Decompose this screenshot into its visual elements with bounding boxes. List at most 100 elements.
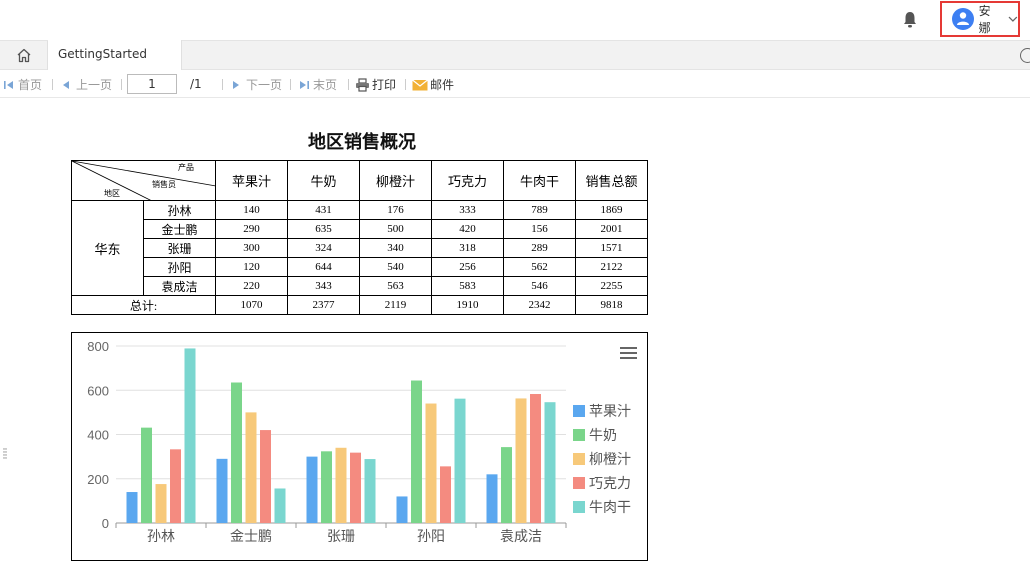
page-total: /1 (190, 77, 202, 91)
value-cell: 583 (431, 276, 504, 296)
table-row: 华东 孙林 140 431 176 333 789 1869 (71, 200, 648, 296)
value-cell: 2001 (575, 219, 648, 239)
bar (411, 380, 422, 523)
bar (350, 452, 361, 523)
mail-button[interactable]: 邮件 (412, 76, 454, 93)
region-cell: 华东 (71, 200, 144, 296)
tab-getting-started[interactable]: GettingStarted (48, 40, 182, 70)
y-tick-label: 200 (87, 472, 109, 487)
first-page-label: 首页 (18, 78, 43, 92)
first-page-button[interactable]: 首页 (3, 76, 42, 93)
value-cell: 220 (215, 276, 288, 296)
print-button[interactable]: 打印 (355, 76, 396, 93)
bar (440, 466, 451, 523)
value-cell: 2255 (575, 276, 648, 296)
tab-bar: GettingStarted (0, 40, 1030, 70)
bar (170, 449, 181, 523)
value-cell: 120 (215, 257, 288, 277)
bar (335, 447, 347, 523)
value-cell: 635 (287, 219, 360, 239)
bar (216, 458, 228, 523)
last-page-icon (300, 80, 309, 89)
toolbar-divider (405, 79, 406, 90)
prev-page-icon (63, 80, 69, 89)
value-cell: 300 (215, 238, 288, 258)
report-title: 地区销售概况 (308, 132, 416, 153)
chart-menu-icon[interactable] (620, 347, 637, 359)
x-tick-label: 孙林 (147, 529, 175, 545)
first-page-icon (4, 80, 13, 89)
y-tick-label: 800 (87, 339, 109, 354)
diag-product-label: 产品 (178, 163, 194, 172)
total-cell: 9818 (575, 295, 648, 315)
diag-salesperson-label: 销售员 (152, 180, 176, 189)
bar (274, 488, 286, 523)
value-cell: 644 (287, 257, 360, 277)
legend-label: 苹果汁 (589, 404, 631, 420)
value-cell: 500 (359, 219, 432, 239)
sales-table: 产品 销售员 地区 苹果汁 牛奶 柳橙汁 巧克力 牛肉干 销售总额 华东 孙林 … (71, 160, 648, 315)
y-tick-label: 0 (102, 516, 109, 531)
resize-handle[interactable] (3, 446, 7, 460)
sales-chart: 0 200 400 600 800 孙林 金士鹏 张珊 孙阳 袁成洁 苹果汁 牛奶 柳橙汁 巧克力 牛肉干 (71, 332, 648, 561)
value-cell: 333 (431, 200, 504, 220)
value-cell: 289 (503, 238, 576, 258)
bar (454, 398, 466, 523)
x-tick-label: 张珊 (327, 529, 355, 545)
chevron-down-icon (1008, 16, 1018, 22)
next-page-button[interactable]: 下一页 (231, 76, 282, 93)
y-tick-label: 400 (87, 428, 109, 443)
salesperson-cell: 张珊 (143, 238, 216, 258)
total-cell: 2342 (503, 295, 576, 315)
value-cell: 324 (287, 238, 360, 258)
value-cell: 789 (503, 200, 576, 220)
bar (231, 382, 242, 523)
legend-label: 巧克力 (589, 476, 631, 492)
home-tab[interactable] (0, 41, 48, 70)
value-cell: 290 (215, 219, 288, 239)
user-name: 安娜 (978, 4, 991, 35)
bar (184, 348, 196, 523)
more-tabs-icon[interactable] (1020, 48, 1030, 63)
toolbar-divider (121, 79, 122, 90)
value-cell: 256 (431, 257, 504, 277)
bar (155, 484, 167, 523)
home-icon (17, 48, 30, 63)
table-header-row: 产品 销售员 地区 苹果汁 牛奶 柳橙汁 巧克力 牛肉干 销售总额 (71, 160, 648, 201)
table-row: 袁成洁 220 343 563 583 546 2255 (72, 276, 648, 296)
column-header: 苹果汁 (215, 160, 288, 201)
mail-label: 邮件 (430, 78, 455, 92)
value-cell: 540 (359, 257, 432, 277)
page-number-input[interactable]: 1 (127, 74, 177, 94)
value-cell: 562 (503, 257, 576, 277)
top-bar: 安娜 (0, 0, 1030, 40)
grip-icon (3, 448, 7, 459)
value-cell: 140 (215, 200, 288, 220)
value-cell: 431 (287, 200, 360, 220)
salesperson-cell: 孙林 (143, 200, 216, 220)
avatar (952, 8, 974, 30)
chart-canvas: 0 200 400 600 800 孙林 金士鹏 张珊 孙阳 袁成洁 苹果汁牛奶柳橙汁巧克力牛肉干 (87, 339, 637, 545)
bell-icon[interactable] (902, 11, 918, 29)
total-label: 总计: (71, 295, 216, 315)
legend-swatch (573, 501, 585, 513)
value-cell: 563 (359, 276, 432, 296)
user-menu[interactable]: 安娜 (940, 1, 1020, 37)
bar (544, 402, 556, 523)
value-cell: 340 (359, 238, 432, 258)
bar (530, 394, 541, 523)
bar (245, 412, 257, 523)
bar (306, 456, 318, 523)
total-cell: 2377 (287, 295, 360, 315)
bar (425, 403, 437, 523)
value-cell: 176 (359, 200, 432, 220)
toolbar-divider (290, 79, 291, 90)
mail-icon (412, 79, 428, 90)
total-cell: 1910 (431, 295, 504, 315)
column-header: 巧克力 (431, 160, 504, 201)
bar (396, 496, 408, 523)
last-page-label: 末页 (313, 78, 338, 92)
printer-icon (356, 77, 369, 92)
last-page-button[interactable]: 末页 (298, 76, 337, 93)
prev-page-button[interactable]: 上一页 (61, 76, 112, 93)
